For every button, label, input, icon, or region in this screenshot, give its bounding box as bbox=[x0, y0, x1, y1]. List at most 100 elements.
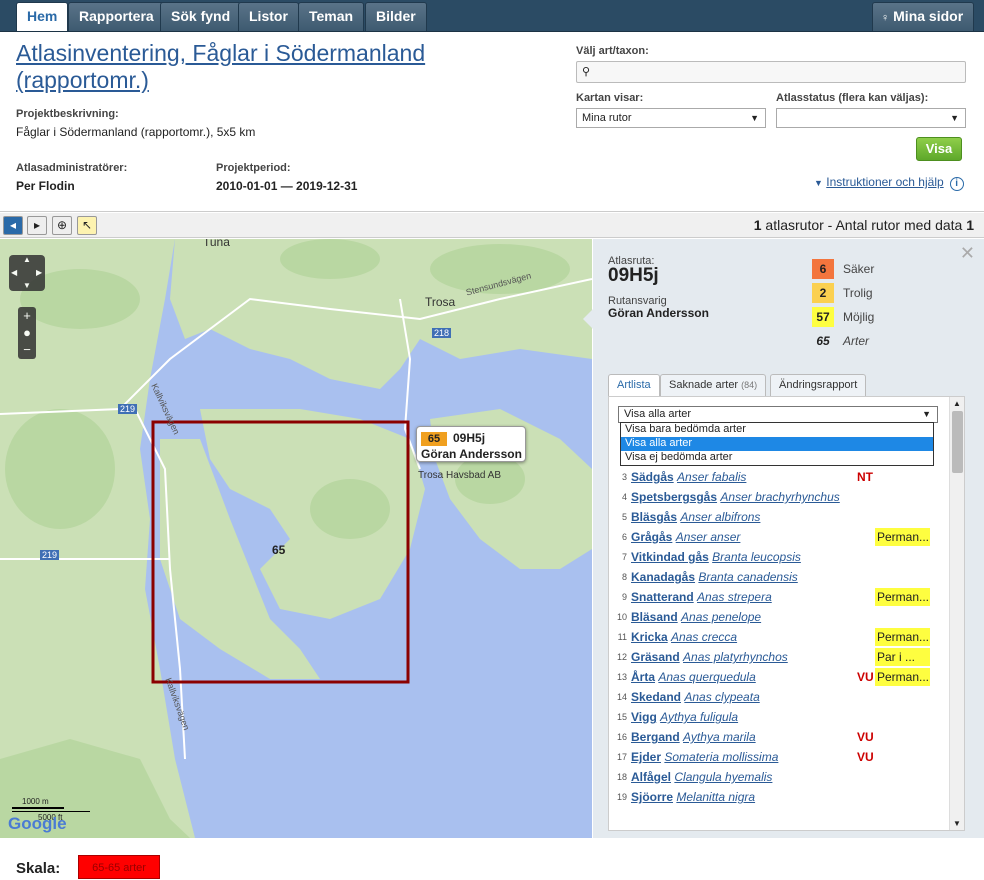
tab-hem[interactable]: Hem bbox=[16, 2, 69, 31]
atlas-status-select[interactable]: ▼ bbox=[776, 108, 966, 128]
zoom-icon[interactable]: ⊕ bbox=[52, 216, 72, 235]
species-scientific-name[interactable]: Anas querquedula bbox=[658, 670, 755, 684]
map-canvas[interactable]: Tuna Trosa Stensundsvägen Trosa Havsbad … bbox=[0, 239, 592, 838]
filter-select[interactable]: Visa alla arter ▼ bbox=[618, 406, 938, 423]
pan-left-icon[interactable]: ◀ bbox=[11, 268, 17, 277]
tab-rapportera[interactable]: Rapportera bbox=[68, 2, 165, 31]
species-scientific-name[interactable]: Clangula hyemalis bbox=[674, 770, 772, 784]
species-swedish-name[interactable]: Kricka bbox=[631, 630, 668, 644]
map-place-tuna: Tuna bbox=[203, 239, 230, 249]
pointer-icon[interactable]: ↖ bbox=[77, 216, 97, 235]
species-row[interactable]: 9 Snatterand Anas strepera Perman... bbox=[609, 587, 939, 607]
visa-button[interactable]: Visa bbox=[916, 137, 962, 161]
scroll-thumb[interactable] bbox=[952, 411, 963, 473]
species-swedish-name[interactable]: Bergand bbox=[631, 730, 680, 744]
pan-down-icon[interactable]: ▼ bbox=[23, 281, 31, 290]
zoom-out-icon[interactable]: − bbox=[18, 341, 36, 358]
species-scientific-name[interactable]: Somateria mollissima bbox=[664, 750, 778, 764]
tab-artlista[interactable]: Artlista bbox=[608, 374, 660, 396]
species-scientific-name[interactable]: Anas crecca bbox=[671, 630, 737, 644]
species-row[interactable]: 13 Årta Anas querquedula VU Perman... bbox=[609, 667, 939, 687]
species-row[interactable]: 14 Skedand Anas clypeata bbox=[609, 687, 939, 707]
species-swedish-name[interactable]: Alfågel bbox=[631, 770, 671, 784]
page-title[interactable]: Atlasinventering, Fåglar i Södermanland … bbox=[16, 40, 476, 94]
help-link[interactable]: ▼ Instruktioner och hjälp i bbox=[814, 175, 964, 191]
species-swedish-name[interactable]: Bläsand bbox=[631, 610, 678, 624]
tab-listor[interactable]: Listor bbox=[238, 2, 299, 31]
forward-icon[interactable]: ▸ bbox=[27, 216, 47, 235]
my-pages-button[interactable]: ♀ Mina sidor bbox=[872, 2, 975, 31]
species-scientific-name[interactable]: Anas platyrhynchos bbox=[683, 650, 788, 664]
species-scientific-name[interactable]: Anas penelope bbox=[681, 610, 761, 624]
taxon-search-input[interactable]: ⚲ bbox=[576, 61, 966, 83]
atlas-code: 09H5j bbox=[608, 265, 659, 286]
species-swedish-name[interactable]: Grågås bbox=[631, 530, 672, 544]
tab-sok-fynd[interactable]: Sök fynd bbox=[160, 2, 242, 31]
map-popup[interactable]: 65 09H5j Göran Andersson bbox=[416, 426, 526, 462]
tab-teman[interactable]: Teman bbox=[298, 2, 365, 31]
species-swedish-name[interactable]: Snatterand bbox=[631, 590, 694, 604]
species-swedish-name[interactable]: Vigg bbox=[631, 710, 657, 724]
filter-dropdown[interactable]: Visa bara bedömda arter Visa alla arter … bbox=[620, 422, 934, 466]
breeding-status bbox=[875, 468, 930, 486]
pan-right-icon[interactable]: ▶ bbox=[36, 268, 42, 277]
list-scrollbar[interactable]: ▲ ▼ bbox=[949, 397, 964, 830]
species-row[interactable]: 16 Bergand Aythya marila VU bbox=[609, 727, 939, 747]
species-scientific-name[interactable]: Aythya marila bbox=[683, 730, 756, 744]
dropdown-option-ej-bedomda[interactable]: Visa ej bedömda arter bbox=[621, 451, 933, 465]
species-scientific-name[interactable]: Anser anser bbox=[676, 530, 741, 544]
species-row[interactable]: 5 Bläsgås Anser albifrons bbox=[609, 507, 939, 527]
species-row[interactable]: 19 Sjöorre Melanitta nigra bbox=[609, 787, 939, 807]
species-row[interactable]: 4 Spetsbergsgås Anser brachyrhynchus bbox=[609, 487, 939, 507]
tab-bilder[interactable]: Bilder bbox=[365, 2, 427, 31]
species-scientific-name[interactable]: Branta canadensis bbox=[698, 570, 797, 584]
species-scientific-name[interactable]: Anas clypeata bbox=[684, 690, 759, 704]
species-swedish-name[interactable]: Bläsgås bbox=[631, 510, 677, 524]
species-row[interactable]: 15 Vigg Aythya fuligula bbox=[609, 707, 939, 727]
species-swedish-name[interactable]: Sjöorre bbox=[631, 790, 673, 804]
zoom-in-icon[interactable]: + bbox=[18, 307, 36, 324]
dropdown-option-alla[interactable]: Visa alla arter bbox=[621, 437, 933, 451]
map-toolbar: ◂ ▸ ⊕ ↖ 1 atlasrutor - Antal rutor med d… bbox=[0, 213, 984, 238]
species-row[interactable]: 11 Kricka Anas crecca Perman... bbox=[609, 627, 939, 647]
back-icon[interactable]: ◂ bbox=[3, 216, 23, 235]
species-row[interactable]: 7 Vitkindad gås Branta leucopsis bbox=[609, 547, 939, 567]
species-swedish-name[interactable]: Kanadagås bbox=[631, 570, 695, 584]
species-swedish-name[interactable]: Ejder bbox=[631, 750, 661, 764]
tab-andringsrapport[interactable]: Ändringsrapport bbox=[770, 374, 867, 396]
species-swedish-name[interactable]: Årta bbox=[631, 670, 655, 684]
species-scientific-name[interactable]: Anser fabalis bbox=[677, 470, 746, 484]
dropdown-option-bedomda[interactable]: Visa bara bedömda arter bbox=[621, 423, 933, 437]
species-scientific-name[interactable]: Melanitta nigra bbox=[676, 790, 755, 804]
species-number: 19 bbox=[616, 792, 627, 802]
species-row[interactable]: 6 Grågås Anser anser Perman... bbox=[609, 527, 939, 547]
species-swedish-name[interactable]: Sädgås bbox=[631, 470, 674, 484]
map-pan-control[interactable]: ▲ ◀ ▶ ▼ bbox=[9, 255, 45, 291]
species-swedish-name[interactable]: Gräsand bbox=[631, 650, 680, 664]
species-scientific-name[interactable]: Branta leucopsis bbox=[712, 550, 801, 564]
scroll-down-icon[interactable]: ▼ bbox=[953, 819, 961, 828]
species-row[interactable]: 10 Bläsand Anas penelope bbox=[609, 607, 939, 627]
info-icon[interactable]: i bbox=[949, 177, 964, 191]
species-scientific-name[interactable]: Anas strepera bbox=[697, 590, 772, 604]
species-list[interactable]: Visa alla arter▼ 1Knölsvan Cygnus olor2S… bbox=[608, 396, 965, 831]
breeding-status bbox=[875, 708, 930, 726]
species-scientific-name[interactable]: Anser brachyrhynchus bbox=[720, 490, 839, 504]
tab-saknade-arter[interactable]: Saknade arter (84) bbox=[660, 374, 767, 396]
scroll-up-icon[interactable]: ▲ bbox=[953, 399, 961, 408]
species-row[interactable]: 3 Sädgås Anser fabalis NT bbox=[609, 467, 939, 487]
species-swedish-name[interactable]: Spetsbergsgås bbox=[631, 490, 717, 504]
species-swedish-name[interactable]: Skedand bbox=[631, 690, 681, 704]
map-shows-select[interactable]: Mina rutor ▼ bbox=[576, 108, 766, 128]
species-scientific-name[interactable]: Aythya fuligula bbox=[660, 710, 738, 724]
species-row[interactable]: 8 Kanadagås Branta canadensis bbox=[609, 567, 939, 587]
close-icon[interactable]: ✕ bbox=[960, 243, 975, 264]
species-swedish-name[interactable]: Vitkindad gås bbox=[631, 550, 709, 564]
globe-icon[interactable]: ● bbox=[18, 324, 36, 341]
species-scientific-name[interactable]: Anser albifrons bbox=[680, 510, 760, 524]
species-row[interactable]: 18 Alfågel Clangula hyemalis bbox=[609, 767, 939, 787]
species-row[interactable]: 17 Ejder Somateria mollissima VU bbox=[609, 747, 939, 767]
pan-up-icon[interactable]: ▲ bbox=[23, 255, 31, 264]
species-row[interactable]: 12 Gräsand Anas platyrhynchos Par i ... bbox=[609, 647, 939, 667]
breeding-status: Perman... bbox=[875, 628, 930, 646]
